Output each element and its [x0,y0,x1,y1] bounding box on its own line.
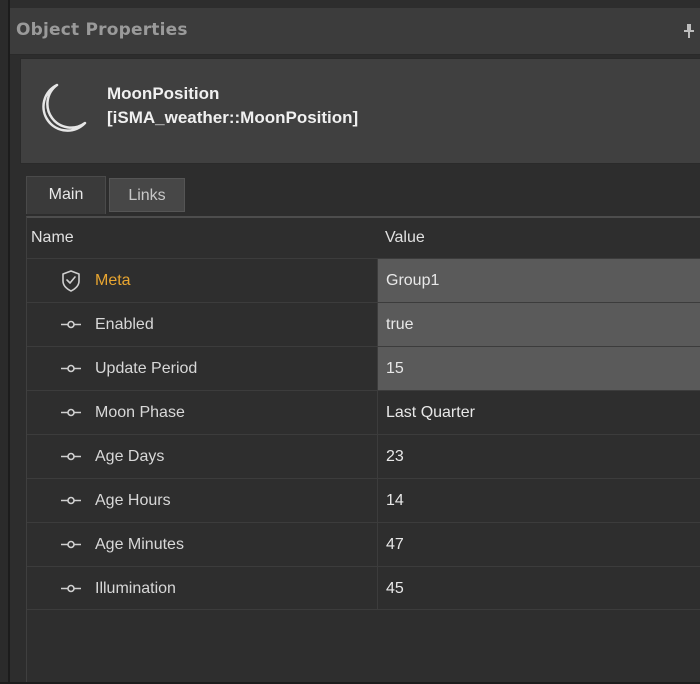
column-header-value[interactable]: Value [385,218,425,258]
title-bar: Object Properties [10,8,700,55]
tab-main[interactable]: Main [26,176,106,214]
slot-icon [51,435,91,478]
object-name: MoonPosition [107,84,220,103]
pin-icon[interactable] [684,23,694,38]
property-value[interactable]: true [377,303,700,346]
property-value[interactable]: 15 [377,347,700,390]
object-type: [iSMA_weather::MoonPosition] [107,108,359,127]
slot-icon [51,567,91,610]
slot-icon [51,479,91,522]
slot-icon [51,303,91,346]
property-value: 23 [377,435,700,478]
slot-icon [51,347,91,390]
property-row-age-minutes[interactable]: Age Minutes 47 [27,522,700,566]
property-row-update-period[interactable]: Update Period 15 [27,346,700,390]
property-value: 47 [377,523,700,566]
property-grid: Name Value Meta Group1 Enabled true Upda… [26,216,700,684]
property-name: Update Period [95,360,198,377]
property-value: 14 [377,479,700,522]
tab-links[interactable]: Links [109,178,185,212]
window-title: Object Properties [16,20,188,40]
property-name: Enabled [95,316,154,333]
moon-icon [35,81,89,135]
property-row-meta[interactable]: Meta Group1 [27,258,700,302]
slot-icon [51,523,91,566]
property-value: Last Quarter [377,391,700,434]
property-name: Meta [95,272,131,289]
object-header: MoonPosition [iSMA_weather::MoonPosition… [20,58,700,164]
property-row-age-days[interactable]: Age Days 23 [27,434,700,478]
column-header-name[interactable]: Name [31,218,74,258]
property-row-moon-phase[interactable]: Moon Phase Last Quarter [27,390,700,434]
property-row-enabled[interactable]: Enabled true [27,302,700,346]
property-name: Age Days [95,448,165,465]
property-value: 45 [377,567,700,610]
property-row-illumination[interactable]: Illumination 45 [27,566,700,610]
slot-icon [51,391,91,434]
property-name: Age Minutes [95,536,184,553]
shield-check-icon [51,259,91,302]
property-name: Illumination [95,580,176,597]
object-properties-window: Object Properties MoonPosition [iSMA_wea… [8,0,700,684]
property-row-age-hours[interactable]: Age Hours 14 [27,478,700,522]
property-value[interactable]: Group1 [377,259,700,302]
property-name: Moon Phase [95,404,185,421]
property-name: Age Hours [95,492,171,509]
